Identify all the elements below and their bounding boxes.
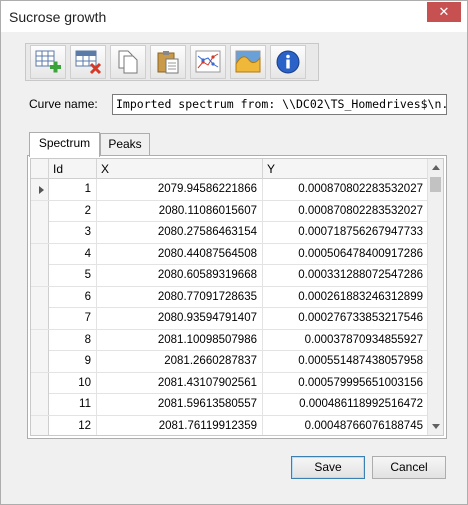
- cell-id[interactable]: 10: [49, 372, 97, 394]
- scroll-down-icon[interactable]: [432, 424, 440, 429]
- scatter-plot-button[interactable]: [190, 45, 226, 79]
- cell-x[interactable]: 2081.10098507986: [97, 329, 263, 351]
- add-row-button[interactable]: [30, 45, 66, 79]
- cell-x[interactable]: 2080.27586463154: [97, 222, 263, 243]
- column-header-id[interactable]: Id: [49, 159, 97, 179]
- table-row[interactable]: 4 2080.44087564508 0.000506478400917286: [31, 243, 429, 265]
- table-row[interactable]: 12 2081.76119912359 0.00048766076188745: [31, 415, 429, 435]
- spectrum-panel: Id X Y 1 2079.94586221866 0.00087080228353…: [27, 155, 447, 439]
- cell-x[interactable]: 2080.44087564508: [97, 243, 263, 265]
- scroll-up-icon[interactable]: [432, 165, 440, 170]
- table-row[interactable]: 8 2081.10098507986 0.00037870934855927: [31, 329, 429, 351]
- cell-y[interactable]: 0.00037870934855927: [263, 329, 429, 351]
- cell-y[interactable]: 0.000331288072547286: [263, 265, 429, 286]
- cell-id[interactable]: 12: [49, 415, 97, 435]
- row-selector[interactable]: [31, 372, 49, 394]
- cell-y[interactable]: 0.000551487438057958: [263, 351, 429, 372]
- cell-id[interactable]: 4: [49, 243, 97, 265]
- cancel-button[interactable]: Cancel: [372, 456, 446, 479]
- toolbar: [25, 43, 319, 81]
- cell-y[interactable]: 0.000870802283532027: [263, 179, 429, 200]
- column-header-x[interactable]: X: [97, 159, 263, 179]
- spectrum-data-grid[interactable]: Id X Y 1 2079.94586221866 0.00087080228353…: [30, 158, 444, 436]
- table-row[interactable]: 6 2080.77091728635 0.000261883246312899: [31, 286, 429, 308]
- cell-id[interactable]: 7: [49, 308, 97, 329]
- cell-y[interactable]: 0.000486118992516472: [263, 394, 429, 415]
- row-selector[interactable]: [31, 351, 49, 372]
- info-icon: [276, 50, 300, 74]
- cell-id[interactable]: 8: [49, 329, 97, 351]
- copy-button[interactable]: [110, 45, 146, 79]
- column-header-y[interactable]: Y: [263, 159, 429, 179]
- area-chart-button[interactable]: [230, 45, 266, 79]
- row-selector[interactable]: [31, 265, 49, 286]
- cell-x[interactable]: 2081.2660287837: [97, 351, 263, 372]
- tab-peaks[interactable]: Peaks: [100, 133, 150, 156]
- cell-y[interactable]: 0.000261883246312899: [263, 286, 429, 308]
- row-selector[interactable]: [31, 243, 49, 265]
- grid-header: Id X Y: [31, 159, 429, 179]
- row-selector[interactable]: [31, 179, 49, 200]
- info-button[interactable]: [270, 45, 306, 79]
- copy-icon: [118, 50, 138, 74]
- row-selector-header: [31, 159, 49, 179]
- cell-y[interactable]: 0.000506478400917286: [263, 243, 429, 265]
- table-row[interactable]: 3 2080.27586463154 0.000718756267947733: [31, 222, 429, 244]
- close-button[interactable]: ✕: [427, 2, 461, 22]
- cell-x[interactable]: 2080.11086015607: [97, 200, 263, 222]
- table-row[interactable]: 1 2079.94586221866 0.000870802283532027: [31, 179, 429, 201]
- cell-y[interactable]: 0.00048766076188745: [263, 415, 429, 435]
- scatter-plot-icon: [195, 50, 221, 73]
- row-selector[interactable]: [31, 394, 49, 415]
- cell-id[interactable]: 11: [49, 394, 97, 415]
- cell-y[interactable]: 0.000870802283532027: [263, 200, 429, 222]
- row-selector[interactable]: [31, 200, 49, 222]
- cell-y[interactable]: 0.000276733853217546: [263, 308, 429, 329]
- cell-id[interactable]: 9: [49, 351, 97, 372]
- scroll-thumb[interactable]: [430, 177, 441, 192]
- cell-y[interactable]: 0.000718756267947733: [263, 222, 429, 243]
- title-bar: Sucrose growth ✕: [1, 1, 467, 32]
- add-row-icon: [35, 50, 61, 73]
- row-selector[interactable]: [31, 415, 49, 435]
- vertical-scrollbar[interactable]: [427, 159, 443, 435]
- cell-id[interactable]: 3: [49, 222, 97, 243]
- table-row[interactable]: 9 2081.2660287837 0.000551487438057958: [31, 351, 429, 373]
- cell-x[interactable]: 2080.77091728635: [97, 286, 263, 308]
- cell-x[interactable]: 2081.76119912359: [97, 415, 263, 435]
- cell-x[interactable]: 2080.93594791407: [97, 308, 263, 329]
- cell-id[interactable]: 1: [49, 179, 97, 200]
- cell-y[interactable]: 0.000579995651003156: [263, 372, 429, 394]
- paste-icon: [157, 51, 179, 74]
- row-selector[interactable]: [31, 286, 49, 308]
- cell-id[interactable]: 2: [49, 200, 97, 222]
- table-row[interactable]: 11 2081.59613580557 0.000486118992516472: [31, 394, 429, 416]
- window-title: Sucrose growth: [9, 9, 107, 25]
- cell-id[interactable]: 5: [49, 265, 97, 286]
- curve-name-label: Curve name:: [29, 97, 98, 111]
- delete-row-button[interactable]: [70, 45, 106, 79]
- cell-id[interactable]: 6: [49, 286, 97, 308]
- area-chart-icon: [235, 50, 261, 73]
- cell-x[interactable]: 2081.59613580557: [97, 394, 263, 415]
- row-selector[interactable]: [31, 329, 49, 351]
- dialog-window: Sucrose growth ✕ Curve name: Imported sp…: [0, 0, 468, 505]
- curve-name-input[interactable]: Imported spectrum from: \\DC02\TS_Homedr…: [112, 94, 447, 115]
- table-row[interactable]: 2 2080.11086015607 0.000870802283532027: [31, 200, 429, 222]
- row-selector[interactable]: [31, 222, 49, 243]
- cell-x[interactable]: 2080.60589319668: [97, 265, 263, 286]
- delete-row-icon: [75, 50, 102, 75]
- table-row[interactable]: 10 2081.43107902561 0.000579995651003156: [31, 372, 429, 394]
- tab-spectrum[interactable]: Spectrum: [29, 132, 100, 157]
- table-row[interactable]: 5 2080.60589319668 0.000331288072547286: [31, 265, 429, 287]
- row-selector[interactable]: [31, 308, 49, 329]
- current-row-icon: [39, 186, 44, 194]
- paste-button[interactable]: [150, 45, 186, 79]
- save-button[interactable]: Save: [291, 456, 365, 479]
- table-row[interactable]: 7 2080.93594791407 0.000276733853217546: [31, 308, 429, 330]
- cell-x[interactable]: 2079.94586221866: [97, 179, 263, 200]
- cell-x[interactable]: 2081.43107902561: [97, 372, 263, 394]
